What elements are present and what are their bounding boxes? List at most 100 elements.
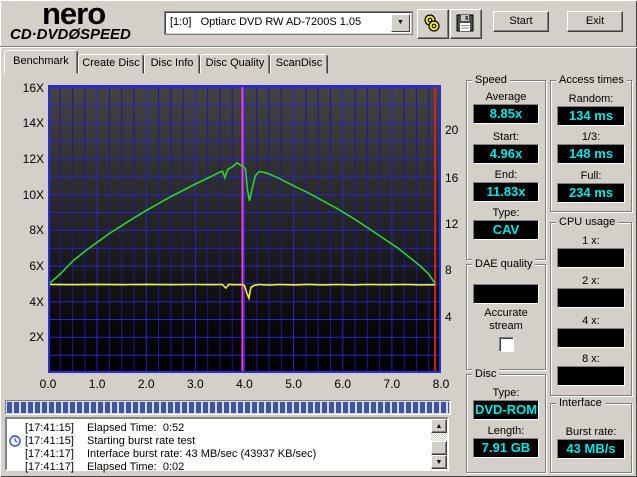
access-one-third-display: 148 ms [557, 144, 625, 164]
x-axis-tick: 3.0 [187, 377, 204, 391]
log-scrollbar[interactable]: ▲ ▼ [431, 419, 447, 469]
y-axis-tick: 12X [22, 152, 44, 166]
log-timestamp: [17:41:15] [25, 435, 74, 447]
speed-end-display: 11.83x [473, 182, 539, 202]
log-message: Interface burst rate: 43 MB/sec (43937 K… [87, 448, 317, 460]
y-axis-tick: 16X [22, 80, 44, 95]
access-full-label: Full: [580, 170, 602, 182]
x-axis-tick: 4.0 [236, 377, 253, 391]
tab-scandisc[interactable]: ScanDisc [270, 54, 328, 74]
y-axis-tick: 6X [29, 259, 44, 273]
log-row: [17:41:17] Elapsed Time: 0:02 [7, 461, 431, 474]
speed-type-display: CAV [473, 220, 539, 240]
cd-dvd-speed-logo-text: CD·DVDØSPEED [10, 26, 131, 43]
scrollbar-thumb[interactable] [431, 441, 447, 455]
tab-disc-info[interactable]: Disc Info [144, 54, 200, 74]
x-axis-tick: 2.0 [137, 377, 155, 391]
nero-logo-text: nero [42, 0, 106, 31]
clock-icon [9, 435, 23, 448]
speed-panel: Speed Average 8.85x Start: 4.96x End: 11.83… [466, 74, 546, 260]
speed-panel-title: Speed [472, 74, 510, 86]
y-axis-tick: 2X [29, 330, 44, 345]
save-icon [456, 14, 474, 32]
drive-select-value: [1:0] Optiarc DVD RW AD-7200S 1.05 [170, 16, 362, 28]
speed-start-display: 4.96x [473, 144, 539, 164]
disc-length-display: 7.91 GB [473, 438, 539, 458]
disc-panel-title: Disc [472, 368, 500, 380]
scroll-up-button[interactable]: ▲ [431, 419, 447, 433]
speed-type-label: Type: [492, 207, 520, 219]
cpu-2x-label: 2 x: [582, 275, 600, 287]
disc-panel: Disc Type: DVD-ROM Length: 7.91 GB [466, 368, 546, 473]
y-axis-tick: 10X [22, 187, 44, 202]
scroll-down-button[interactable]: ▼ [431, 455, 447, 469]
header-separator [0, 46, 637, 48]
log-timestamp: [17:41:15] [25, 422, 74, 434]
access-random-display: 134 ms [557, 106, 625, 126]
arrow-down-icon: ▼ [435, 459, 443, 466]
access-times-panel: Access times Random: 134 ms 1/3: 148 ms Fu… [550, 74, 632, 212]
y-axis-tick: 8X [29, 223, 44, 238]
cpu-2x-display [557, 288, 625, 308]
cpu-1x-label: 1 x: [582, 235, 600, 247]
log-rows: [17:41:15] Elapsed Time: 0:52 [17:41:15] St… [7, 422, 431, 474]
benchmark-chart [48, 85, 441, 373]
speed-start-label: Start: [492, 131, 520, 143]
speed-average-label: Average [485, 91, 527, 103]
disc-glyph-icon: Ø [68, 26, 81, 43]
accurate-stream-label-line2: stream [489, 320, 523, 332]
y-axis-tick: 14X [22, 116, 44, 131]
log-message: Elapsed Time: 0:52 [87, 422, 185, 434]
x-axis-tick: 1.0 [88, 377, 106, 391]
x-axis-tick: 8.0 [432, 377, 450, 391]
nero-logo: nero CD·DVDØSPEED [10, 0, 160, 43]
eject-discs-button[interactable] [417, 9, 449, 39]
tab-create-disc[interactable]: Create Disc [78, 54, 144, 74]
log-row: [17:41:17] Interface burst rate: 43 MB/se… [7, 448, 431, 461]
x-axis-tick: 7.0 [383, 377, 401, 391]
cpu-usage-panel-title: CPU usage [556, 216, 619, 228]
cpu-8x-label: 8 x: [582, 353, 600, 365]
access-times-panel-title: Access times [556, 74, 627, 86]
start-button[interactable]: Start [493, 11, 549, 32]
access-full-display: 234 ms [557, 183, 625, 203]
speed-end-label: End: [494, 169, 518, 181]
burst-rate-label: Burst rate: [565, 426, 617, 438]
nero-cd-dvd-speed-window: nero CD·DVDØSPEED [1:0] Optiarc DVD RW A… [0, 0, 637, 477]
dae-quality-panel: DAE quality Accurate stream [466, 258, 546, 370]
cpu-usage-panel: CPU usage 1 x: 2 x: 4 x: 8 x: [550, 216, 632, 396]
access-random-label: Random: [568, 93, 614, 105]
discs-icon [424, 14, 440, 32]
accurate-stream-checkbox[interactable] [499, 337, 514, 352]
cpu-4x-display [557, 328, 625, 348]
y-axis-tick: 4X [29, 294, 44, 309]
combobox-arrow-button[interactable]: ▼ [391, 14, 410, 32]
log-row: [17:41:15] Elapsed Time: 0:52 [7, 422, 431, 435]
disc-length-label: Length: [487, 425, 525, 437]
log-row: [17:41:15] Starting burst rate test [7, 435, 431, 448]
cpu-1x-display [557, 248, 625, 268]
disc-type-display: DVD-ROM [473, 400, 539, 420]
x-axis-tick: 5.0 [285, 377, 302, 391]
access-one-third-label: 1/3: [581, 131, 601, 143]
log-message: Elapsed Time: 0:02 [87, 461, 185, 473]
burst-rate-display: 43 MB/s [557, 439, 625, 459]
tab-benchmark[interactable]: Benchmark [4, 50, 78, 74]
log-message: Starting burst rate test [87, 435, 196, 447]
interface-panel-title: Interface [556, 397, 605, 409]
x-axis-tick: 0.0 [39, 377, 57, 391]
drive-select-combobox[interactable]: [1:0] Optiarc DVD RW AD-7200S 1.05 ▼ [165, 12, 412, 34]
arrow-up-icon: ▲ [435, 423, 443, 430]
dae-quality-display [473, 284, 539, 304]
cpu-4x-label: 4 x: [582, 315, 600, 327]
log-listbox[interactable]: [17:41:15] Elapsed Time: 0:52 [17:41:15] St… [5, 417, 449, 474]
exit-button[interactable]: Exit [567, 11, 623, 32]
progress-bar-fill [7, 402, 449, 413]
save-button[interactable] [450, 9, 482, 39]
tab-disc-quality[interactable]: Disc Quality [200, 54, 270, 74]
x-axis-tick: 6.0 [334, 377, 352, 391]
cpu-8x-display [557, 366, 625, 386]
log-timestamp: [17:41:17] [25, 461, 74, 473]
chevron-down-icon: ▼ [397, 19, 404, 26]
progress-bar [5, 400, 451, 415]
